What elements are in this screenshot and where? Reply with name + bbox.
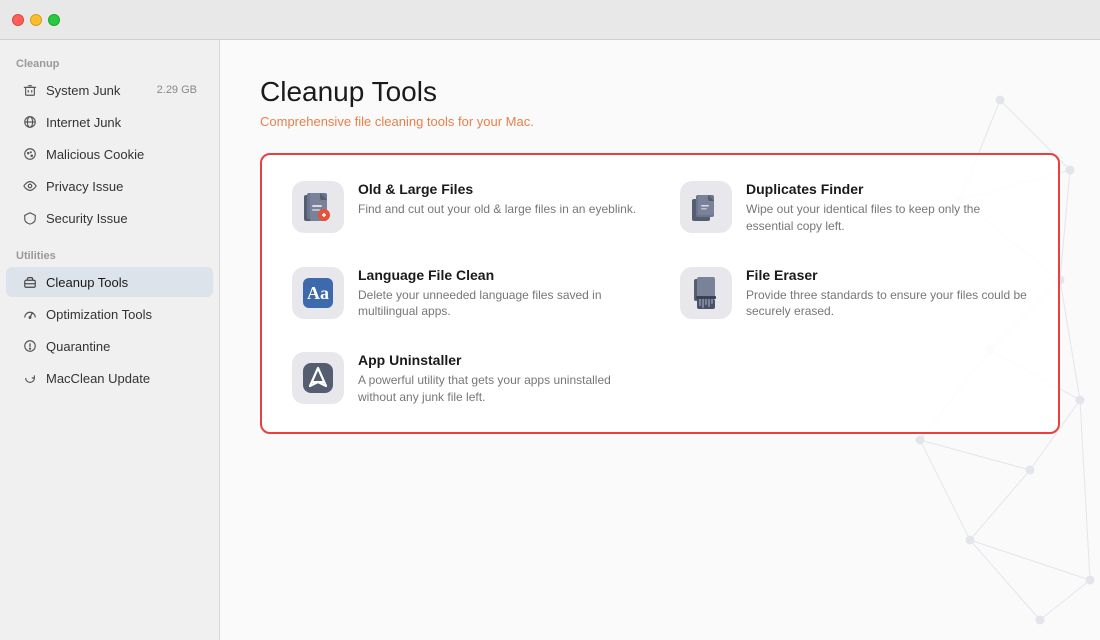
old-large-files-name: Old & Large Files xyxy=(358,181,640,197)
cleanup-section-label: Cleanup xyxy=(0,52,219,74)
trash-icon xyxy=(22,82,38,98)
file-eraser-desc: Provide three standards to ensure your f… xyxy=(746,287,1028,321)
system-junk-badge: 2.29 GB xyxy=(157,84,197,96)
close-button[interactable] xyxy=(12,14,24,26)
sidebar-item-internet-junk[interactable]: Internet Junk xyxy=(6,107,213,137)
old-large-files-icon-wrap xyxy=(292,181,344,233)
shield-icon xyxy=(22,210,38,226)
app-uninstaller-text: App Uninstaller A powerful utility that … xyxy=(358,352,640,406)
tools-grid: Old & Large Files Find and cut out your … xyxy=(272,165,1048,422)
tool-old-large-files[interactable]: Old & Large Files Find and cut out your … xyxy=(272,165,660,251)
main-content: Cleanup Tools Comprehensive file cleanin… xyxy=(220,40,1100,640)
language-file-clean-text: Language File Clean Delete your unneeded… xyxy=(358,267,640,321)
sidebar-item-macclean-update[interactable]: MacClean Update xyxy=(6,363,213,393)
page-title: Cleanup Tools xyxy=(260,76,1060,108)
privacy-issue-label: Privacy Issue xyxy=(46,179,197,194)
utilities-section-label: Utilities xyxy=(0,244,219,266)
tool-duplicates-finder[interactable]: Duplicates Finder Wipe out your identica… xyxy=(660,165,1048,251)
gauge-icon xyxy=(22,306,38,322)
briefcase-icon xyxy=(22,274,38,290)
optimization-tools-label: Optimization Tools xyxy=(46,307,197,322)
sidebar-item-malicious-cookie[interactable]: Malicious Cookie xyxy=(6,139,213,169)
cleanup-tools-label: Cleanup Tools xyxy=(46,275,197,290)
traffic-lights xyxy=(12,14,60,26)
old-large-files-desc: Find and cut out your old & large files … xyxy=(358,201,640,218)
duplicates-finder-desc: Wipe out your identical files to keep on… xyxy=(746,201,1028,235)
sidebar-item-optimization-tools[interactable]: Optimization Tools xyxy=(6,299,213,329)
quarantine-label: Quarantine xyxy=(46,339,197,354)
page-subtitle: Comprehensive file cleaning tools for yo… xyxy=(260,114,1060,129)
duplicates-finder-icon-wrap xyxy=(680,181,732,233)
sidebar-item-privacy-issue[interactable]: Privacy Issue xyxy=(6,171,213,201)
internet-junk-label: Internet Junk xyxy=(46,115,197,130)
security-issue-label: Security Issue xyxy=(46,211,197,226)
old-large-files-text: Old & Large Files Find and cut out your … xyxy=(358,181,640,218)
language-file-clean-name: Language File Clean xyxy=(358,267,640,283)
file-eraser-name: File Eraser xyxy=(746,267,1028,283)
language-file-clean-icon-wrap: Aa xyxy=(292,267,344,319)
cookie-icon xyxy=(22,146,38,162)
app-body: Cleanup System Junk 2.29 GB xyxy=(0,40,1100,640)
sidebar-item-system-junk[interactable]: System Junk 2.29 GB xyxy=(6,75,213,105)
tool-app-uninstaller[interactable]: App Uninstaller A powerful utility that … xyxy=(272,336,660,422)
app-uninstaller-name: App Uninstaller xyxy=(358,352,640,368)
tools-grid-container: Old & Large Files Find and cut out your … xyxy=(260,153,1060,434)
eye-icon xyxy=(22,178,38,194)
language-file-clean-desc: Delete your unneeded language files save… xyxy=(358,287,640,321)
svg-text:Aa: Aa xyxy=(307,283,329,303)
minimize-button[interactable] xyxy=(30,14,42,26)
tool-language-file-clean[interactable]: Aa Language File Clean Delete your unnee… xyxy=(272,251,660,337)
duplicates-finder-text: Duplicates Finder Wipe out your identica… xyxy=(746,181,1028,235)
app-uninstaller-desc: A powerful utility that gets your apps u… xyxy=(358,372,640,406)
update-icon xyxy=(22,370,38,386)
sidebar: Cleanup System Junk 2.29 GB xyxy=(0,40,220,640)
sidebar-item-quarantine[interactable]: Quarantine xyxy=(6,331,213,361)
titlebar xyxy=(0,0,1100,40)
tool-file-eraser[interactable]: File Eraser Provide three standards to e… xyxy=(660,251,1048,337)
sidebar-item-cleanup-tools[interactable]: Cleanup Tools xyxy=(6,267,213,297)
maximize-button[interactable] xyxy=(48,14,60,26)
quarantine-icon xyxy=(22,338,38,354)
file-eraser-icon-wrap xyxy=(680,267,732,319)
duplicates-finder-name: Duplicates Finder xyxy=(746,181,1028,197)
file-eraser-text: File Eraser Provide three standards to e… xyxy=(746,267,1028,321)
malicious-cookie-label: Malicious Cookie xyxy=(46,147,197,162)
app-uninstaller-icon-wrap xyxy=(292,352,344,404)
sidebar-item-security-issue[interactable]: Security Issue xyxy=(6,203,213,233)
macclean-update-label: MacClean Update xyxy=(46,371,197,386)
globe-icon xyxy=(22,114,38,130)
system-junk-label: System Junk xyxy=(46,83,149,98)
